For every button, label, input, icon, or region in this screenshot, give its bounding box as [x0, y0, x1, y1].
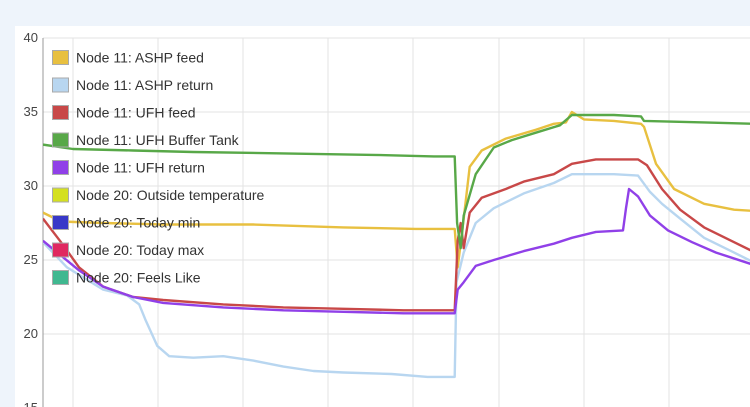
legend-label: Node 11: UFH return: [76, 160, 205, 176]
y-tick-label: 20: [24, 326, 38, 341]
chart-panel: 152025303540 Node 11: ASHP feedNode 11: …: [15, 26, 750, 407]
legend-swatch[interactable]: [52, 77, 69, 93]
legend-item[interactable]: Node 20: Today max: [52, 242, 205, 258]
legend-item[interactable]: Node 11: ASHP return: [52, 77, 214, 93]
line-chart: 152025303540 Node 11: ASHP feedNode 11: …: [24, 30, 750, 407]
y-tick-label: 40: [24, 30, 38, 45]
axes: 15 20 25 30 35 40: [24, 30, 44, 407]
legend-swatch[interactable]: [52, 187, 69, 203]
legend-swatch[interactable]: [52, 50, 69, 65]
legend-swatch[interactable]: [52, 215, 69, 230]
legend-item[interactable]: Node 11: ASHP feed: [52, 50, 204, 66]
legend-label: Node 11: ASHP return: [76, 77, 213, 93]
legend-swatch[interactable]: [52, 160, 69, 175]
legend-item[interactable]: Node 11: UFH Buffer Tank: [52, 132, 240, 148]
legend-label: Node 11: UFH feed: [76, 105, 196, 121]
legend-label: Node 20: Today min: [76, 215, 200, 231]
legend-label: Node 11: UFH Buffer Tank: [76, 132, 240, 148]
legend-label: Node 20: Today max: [76, 242, 204, 258]
legend-item[interactable]: Node 11: UFH return: [52, 160, 205, 176]
legend-label: Node 20: Outside temperature: [76, 187, 265, 203]
legend-swatch[interactable]: [52, 132, 69, 148]
y-tick-label: 15: [24, 400, 38, 407]
y-tick-label: 35: [24, 104, 38, 119]
y-tick-label: 25: [24, 252, 38, 267]
legend-swatch[interactable]: [52, 105, 69, 120]
y-tick-label: 30: [24, 178, 38, 193]
legend[interactable]: Node 11: ASHP feed Node 11: ASHP return No…: [52, 50, 265, 286]
legend-label: Node 11: ASHP feed: [76, 50, 204, 66]
legend-swatch[interactable]: [52, 242, 69, 258]
legend-swatch[interactable]: [52, 270, 69, 285]
legend-item[interactable]: Node 20: Outside temperature: [52, 187, 265, 203]
legend-label: Node 20: Feels Like: [76, 270, 201, 286]
